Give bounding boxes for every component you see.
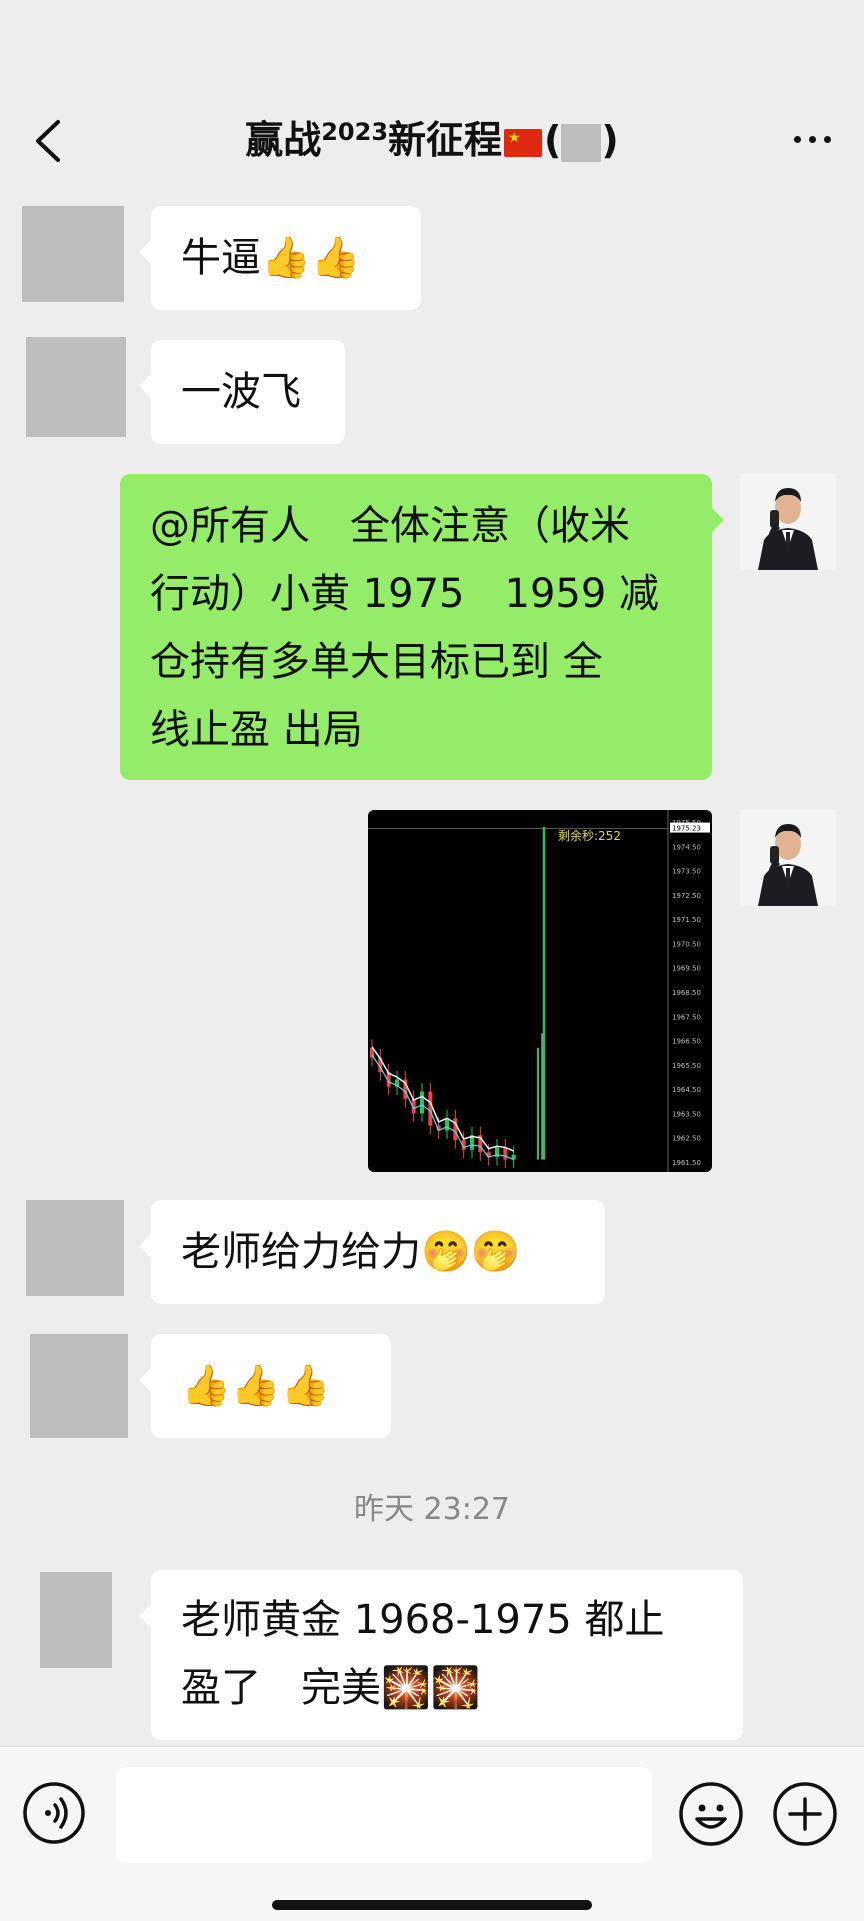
title-prefix: 赢战 <box>245 118 322 162</box>
home-indicator <box>272 1900 592 1910</box>
redacted-member-count <box>561 123 602 162</box>
message-bubble[interactable]: 一波飞 <box>139 340 345 444</box>
y-tick-label: 1961.50 <box>672 1159 701 1167</box>
voice-icon[interactable] <box>22 1781 86 1845</box>
plus-icon[interactable] <box>772 1781 838 1847</box>
y-tick-label: 1968.50 <box>672 989 701 997</box>
message-input[interactable] <box>116 1767 652 1863</box>
chat-title: 赢战2023新征程 () <box>0 116 864 164</box>
message-text: 牛逼👍👍 <box>181 235 361 281</box>
more-options-icon[interactable] <box>790 128 840 152</box>
y-tick-label: 1970.50 <box>672 940 701 948</box>
message-bubble[interactable]: 老师给力给力🤭🤭 <box>139 1200 605 1304</box>
y-tick-label: 1966.50 <box>672 1038 701 1046</box>
title-main: 新征程 <box>388 118 503 162</box>
avatar[interactable] <box>22 206 124 302</box>
y-tick-label: 1973.50 <box>672 868 701 876</box>
emoji-icon[interactable] <box>678 1781 744 1847</box>
moving-average-line <box>371 1046 514 1152</box>
title-close-paren: ) <box>601 118 619 162</box>
message-text: 👍👍👍 <box>181 1363 331 1409</box>
avatar[interactable] <box>26 1200 124 1296</box>
y-tick-label: 1969.50 <box>672 965 701 973</box>
message-line: 盈了 完美🎇🎇 <box>181 1665 481 1711</box>
message-line: 仓持有多单大目标已到 全 <box>150 639 603 685</box>
businessman-avatar-icon <box>740 810 836 906</box>
price-chart: 1975.501974.501973.501972.501971.501970.… <box>368 810 710 1172</box>
candle-body <box>445 1118 449 1131</box>
y-tick-label: 1964.50 <box>672 1086 701 1094</box>
avatar[interactable] <box>26 337 126 437</box>
china-flag-icon <box>504 128 543 157</box>
message-bubble[interactable]: 牛逼👍👍 <box>139 206 421 310</box>
timestamp: 昨天 23:27 <box>354 1492 510 1527</box>
current-price-label: 1975.23 <box>672 825 701 833</box>
my-avatar[interactable] <box>740 474 836 570</box>
avatar[interactable] <box>40 1572 112 1668</box>
businessman-avatar-icon <box>740 474 836 570</box>
message-text: 老师给力给力🤭🤭 <box>181 1229 521 1275</box>
message-line: @所有人 全体注意（收米 <box>150 503 630 549</box>
countdown-label: 剩余秒:252 <box>558 828 621 843</box>
message-text: 一波飞 <box>181 369 301 415</box>
title-year: 2023 <box>321 118 389 146</box>
y-tick-label: 1967.50 <box>672 1013 701 1021</box>
y-tick-label: 1963.50 <box>672 1110 701 1118</box>
y-tick-label: 1972.50 <box>672 892 701 900</box>
message-line: 线止盈 出局 <box>150 707 363 753</box>
y-tick-label: 1962.50 <box>672 1135 701 1143</box>
message-line: 行动）小黄 1975 1959 减 <box>150 571 660 617</box>
avatar[interactable] <box>30 1334 128 1438</box>
message-line: 老师黄金 1968-1975 都止 <box>181 1597 665 1643</box>
candle-body <box>420 1091 424 1114</box>
y-tick-label: 1971.50 <box>672 916 701 924</box>
y-tick-label: 1965.50 <box>672 1062 701 1070</box>
title-open-paren: ( <box>544 118 562 162</box>
message-bubble[interactable]: 👍👍👍 <box>139 1334 391 1438</box>
y-tick-label: 1974.50 <box>672 843 701 851</box>
my-message-bubble[interactable]: @所有人 全体注意（收米 行动）小黄 1975 1959 减 仓持有多单大目标已… <box>120 474 724 780</box>
chart-image[interactable]: 1975.501974.501973.501972.501971.501970.… <box>368 810 712 1172</box>
input-bar <box>0 1746 864 1921</box>
candle-body <box>503 1147 508 1160</box>
candle-body <box>428 1091 433 1126</box>
my-avatar[interactable] <box>740 810 836 906</box>
moving-average-line-2 <box>371 1054 514 1161</box>
chat-header: 赢战2023新征程 () <box>0 0 864 195</box>
message-bubble[interactable]: 老师黄金 1968-1975 都止 盈了 完美🎇🎇 <box>139 1570 743 1740</box>
